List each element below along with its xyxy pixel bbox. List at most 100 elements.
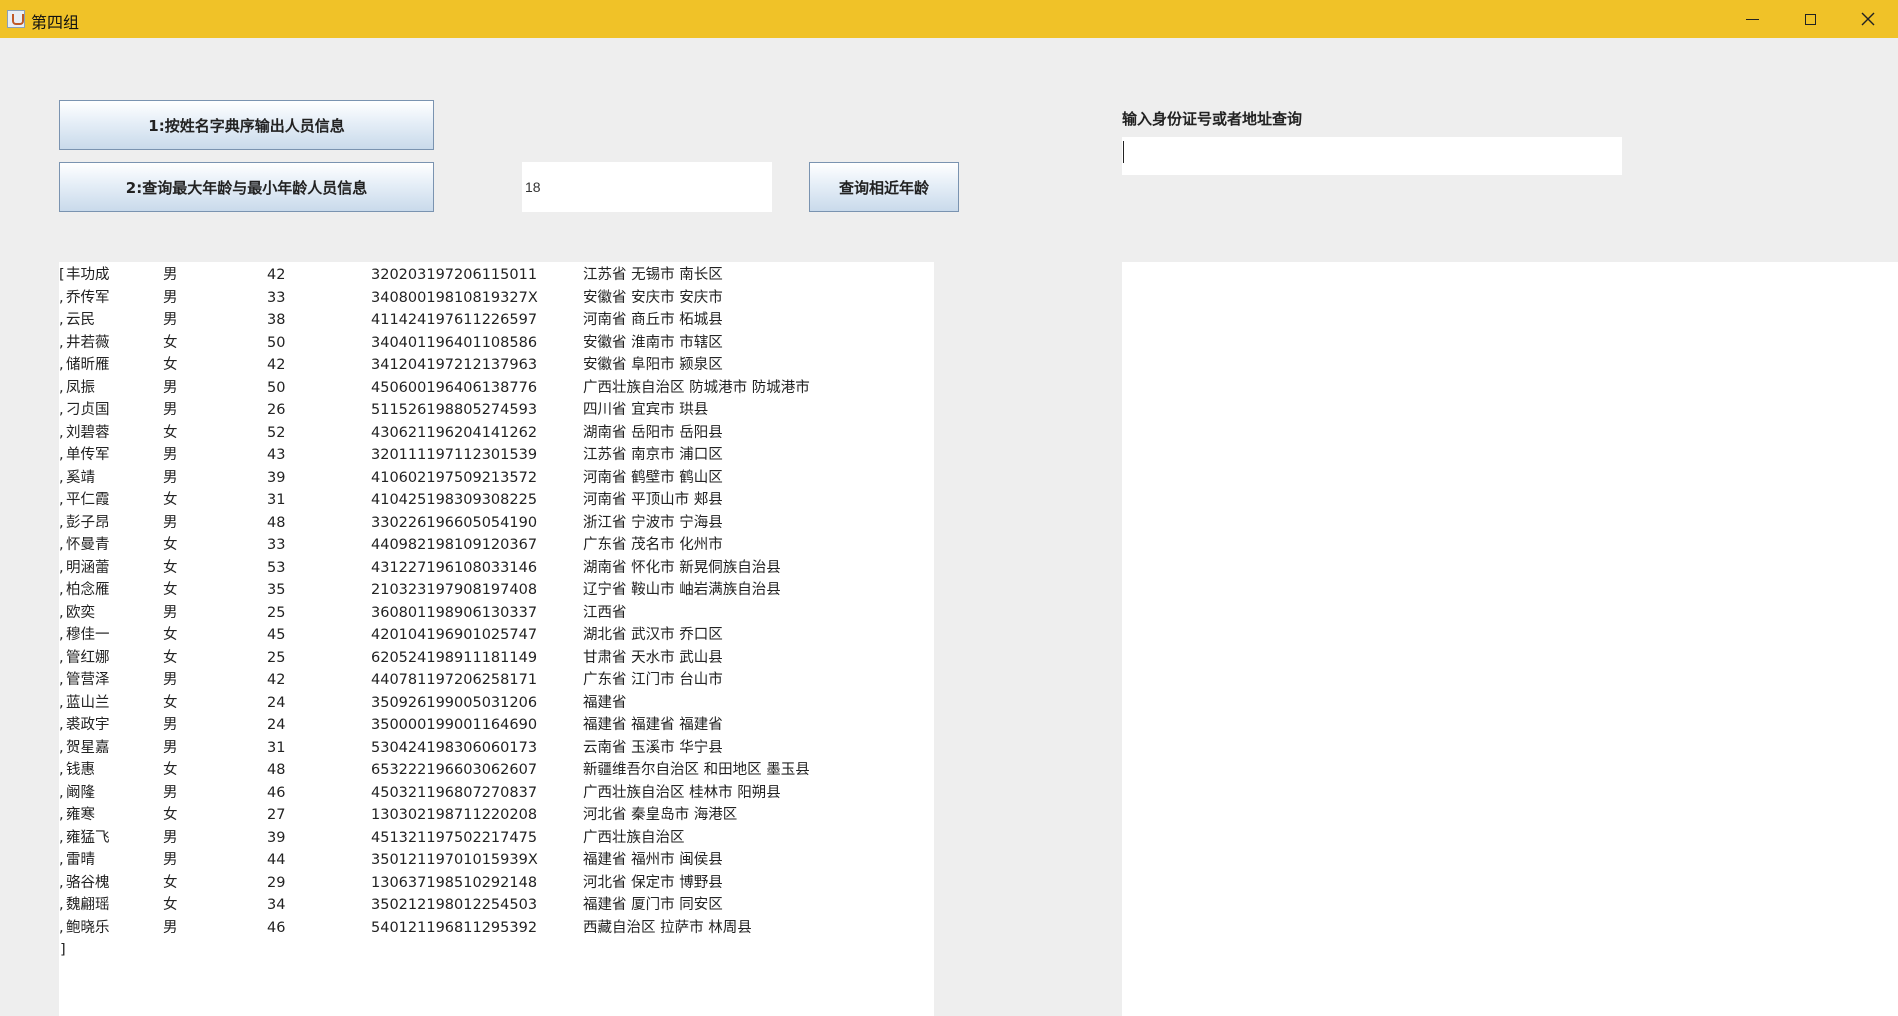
person-gender: 女 — [163, 897, 178, 913]
result-row: , 乔传军 男 33 34080019810819327X 安徽省 安庆市 安庆市 — [59, 287, 934, 310]
person-id-number: 451321197502217475 — [371, 829, 538, 846]
row-prefix: , — [59, 627, 64, 643]
person-address: 安徽省 阜阳市 颍泉区 — [583, 357, 723, 373]
row-prefix: , — [59, 492, 64, 508]
person-age: 50 — [267, 334, 286, 351]
result-row: , 明涵蕾 女 53 431227196108033146 湖南省 怀化市 新晃侗族自治县 — [59, 557, 934, 580]
person-gender: 男 — [163, 717, 178, 733]
person-name: 贺星嘉 — [66, 739, 110, 756]
person-gender: 男 — [163, 672, 178, 688]
row-prefix: , — [59, 469, 64, 486]
person-name: 云民 — [66, 312, 95, 328]
person-age: 52 — [267, 424, 286, 441]
result-row: , 彭子昂 男 48 330226196605054190 浙江省 宁波市 宁海县 — [59, 512, 934, 535]
person-name: 刘碧蓉 — [66, 424, 110, 441]
person-age: 53 — [267, 559, 286, 576]
person-id-number: 320111197112301539 — [371, 447, 538, 463]
person-address: 广西壮族自治区 — [583, 829, 685, 846]
person-name: 阚隆 — [66, 784, 95, 801]
query-near-age-button[interactable]: 查询相近年龄 — [809, 162, 959, 212]
person-gender: 男 — [163, 784, 178, 801]
person-name: 雍寒 — [66, 807, 95, 823]
person-gender: 男 — [163, 267, 178, 283]
person-age: 34 — [267, 897, 286, 913]
person-name: 钱惠 — [66, 762, 95, 778]
person-id-number: 440982198109120367 — [371, 537, 538, 553]
row-prefix: , — [59, 672, 64, 688]
row-prefix: , — [59, 402, 64, 418]
person-age: 50 — [267, 379, 286, 396]
person-id-number: 34080019810819327X — [371, 289, 538, 306]
close-button[interactable] — [1839, 0, 1897, 38]
id-address-query-input[interactable] — [1122, 137, 1622, 175]
person-age: 29 — [267, 874, 286, 891]
person-address: 浙江省 宁波市 宁海县 — [583, 514, 723, 531]
person-age: 24 — [267, 717, 286, 733]
person-id-number: 350212198012254503 — [371, 897, 538, 913]
window-title: 第四组 — [31, 13, 80, 32]
person-name: 柏念雁 — [66, 582, 110, 598]
person-id-number: 360801198906130337 — [371, 604, 538, 621]
person-age: 39 — [267, 469, 286, 486]
person-name: 单传军 — [66, 447, 110, 463]
person-gender: 女 — [163, 582, 178, 598]
person-name: 明涵蕾 — [66, 559, 110, 576]
row-prefix: , — [59, 604, 64, 621]
person-age: 38 — [267, 312, 286, 328]
person-address: 甘肃省 天水市 武山县 — [583, 649, 723, 666]
person-age: 31 — [267, 492, 286, 508]
person-name: 雍猛飞 — [66, 829, 110, 846]
result-row: [丰功成 男 42 320203197206115011 江苏省 无锡市 南长区 — [59, 264, 934, 287]
person-id-number: 210323197908197408 — [371, 582, 538, 598]
person-gender: 女 — [163, 424, 178, 441]
title-bar: 第四组 — [0, 0, 1898, 38]
person-gender: 男 — [163, 829, 178, 846]
person-id-number: 130637198510292148 — [371, 874, 538, 891]
person-id-number: 440781197206258171 — [371, 672, 538, 688]
person-id-number: 540121196811295392 — [371, 919, 538, 936]
person-age: 48 — [267, 514, 286, 531]
result-row: , 凤振 男 50 450600196406138776 广西壮族自治区 防城港市 防城港… — [59, 377, 934, 400]
person-gender: 男 — [163, 739, 178, 756]
person-address: 广东省 茂名市 化州市 — [583, 537, 723, 553]
age-input[interactable] — [522, 162, 772, 212]
person-gender: 男 — [163, 919, 178, 936]
closing-bracket: ] — [60, 942, 66, 958]
result-row: , 雍猛飞 男 39 451321197502217475 广西壮族自治区 — [59, 827, 934, 850]
result-row: , 单传军 男 43 320111197112301539 江苏省 南京市 浦口区 — [59, 444, 934, 467]
person-address: 福建省 福州市 闽侯县 — [583, 852, 723, 868]
maximize-button[interactable] — [1781, 0, 1839, 38]
row-prefix: , — [59, 694, 64, 711]
person-age: 42 — [267, 267, 286, 283]
person-id-number: 320203197206115011 — [371, 267, 538, 283]
person-name: 奚靖 — [66, 469, 95, 486]
results-text-area[interactable]: [丰功成男 42 320203197206115011 江苏省 无锡市 南长区, 乔传军… — [59, 262, 934, 1016]
person-age: 31 — [267, 739, 286, 756]
person-address: 安徽省 安庆市 安庆市 — [583, 289, 723, 306]
row-prefix: , — [59, 807, 64, 823]
person-age: 45 — [267, 627, 286, 643]
minimize-icon — [1745, 18, 1759, 20]
person-gender: 女 — [163, 762, 178, 778]
row-prefix: , — [59, 357, 64, 373]
result-row: , 储昕雁 女 42 341204197212137963 安徽省 阜阳市 颍泉区 — [59, 354, 934, 377]
person-address: 江西省 — [583, 604, 627, 621]
result-row: , 雍寒 女 27 130302198711220208 河北省 秦皇岛市 海港区 — [59, 804, 934, 827]
close-icon — [1861, 12, 1875, 26]
result-row: , 奚靖 男 39 410602197509213572 河南省 鹤壁市 鹤山区 — [59, 467, 934, 490]
person-name: 雷晴 — [66, 852, 95, 868]
minimize-button[interactable] — [1723, 0, 1781, 38]
person-address: 河南省 商丘市 柘城县 — [583, 312, 723, 328]
person-age: 39 — [267, 829, 286, 846]
query-max-min-age-button[interactable]: 2:查询最大年龄与最小年龄人员信息 — [59, 162, 434, 212]
person-id-number: 431227196108033146 — [371, 559, 538, 576]
row-prefix: , — [59, 717, 64, 733]
person-gender: 男 — [163, 312, 178, 328]
person-age: 35 — [267, 582, 286, 598]
query-result-panel[interactable] — [1122, 262, 1898, 1016]
person-gender: 男 — [163, 514, 178, 531]
sort-by-name-button[interactable]: 1:按姓名字典序输出人员信息 — [59, 100, 434, 150]
person-name: 管营泽 — [66, 672, 110, 688]
person-age: 33 — [267, 537, 286, 553]
row-prefix: , — [59, 312, 64, 328]
